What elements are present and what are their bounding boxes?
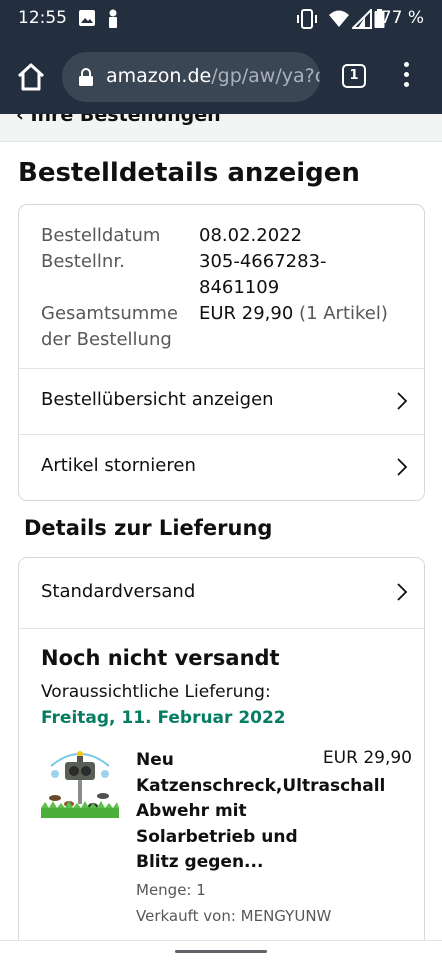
order-total-value-wrap: EUR 29,90 (1 Artikel): [199, 301, 388, 327]
order-date-value: 08.02.2022: [199, 225, 303, 246]
view-order-summary-row[interactable]: Bestellübersicht anzeigen: [19, 368, 424, 434]
battery-percent: 77 %: [380, 8, 424, 28]
view-order-summary-label: Bestellübersicht anzeigen: [41, 389, 274, 410]
order-total-label-line1: Gesamtsumme: [41, 303, 178, 324]
status-time: 12:55: [18, 8, 67, 28]
home-icon: [17, 63, 45, 91]
order-info-card: Bestelldatum 08.02.2022 Bestellnr. 305-4…: [18, 204, 425, 501]
order-total-items: (1 Artikel): [299, 303, 388, 324]
order-total-value: EUR 29,90: [199, 303, 294, 324]
breadcrumb-orders-link[interactable]: ‹ Ihre Bestellungen: [16, 114, 221, 126]
order-number-label: Bestellnr.: [41, 251, 125, 272]
shipping-method-row[interactable]: Standardversand: [19, 558, 424, 629]
image-icon: [78, 9, 96, 31]
product-quantity: Menge: 1: [136, 881, 206, 899]
signal-icon: [350, 7, 372, 33]
menu-dot: [403, 82, 409, 87]
browser-toolbar: amazon.de/gp/aw/ya?c 1: [0, 38, 442, 114]
system-nav-bar: [0, 940, 442, 960]
order-number-value-line2: 8461109: [199, 277, 280, 298]
product-title-line: Solarbetrieb und: [136, 826, 298, 847]
cancel-items-row[interactable]: Artikel stornieren: [19, 434, 424, 500]
page-title: Bestelldetails anzeigen: [18, 158, 360, 188]
product-image[interactable]: [41, 746, 119, 824]
delivery-section-title: Details zur Lieferung: [24, 516, 273, 540]
chevron-right-icon: [396, 457, 408, 481]
chevron-right-icon: [396, 391, 408, 415]
menu-dot: [403, 72, 409, 77]
cancel-items-label: Artikel stornieren: [41, 455, 196, 476]
url-domain: amazon.de: [106, 65, 212, 87]
menu-dot: [403, 62, 409, 67]
shipment-status: Noch nicht versandt: [41, 646, 280, 670]
url-path: /gp/aw/ya?c: [211, 65, 320, 87]
shipping-method-label: Standardversand: [41, 581, 196, 602]
tab-switcher-button[interactable]: 1: [342, 64, 366, 88]
order-number-value-line1: 305-4667283-: [199, 251, 327, 272]
chevron-right-icon: [396, 582, 408, 606]
notification-icon: [106, 9, 120, 33]
product-title-line: Abwehr mit: [136, 801, 247, 821]
expected-delivery-date: Freitag, 11. Februar 2022: [41, 708, 286, 728]
status-bar: 12:55 77 %: [0, 0, 442, 38]
product-price: EUR 29,90: [322, 748, 412, 768]
url-text: amazon.de/gp/aw/ya?c: [106, 65, 320, 87]
wifi-icon: [328, 9, 350, 33]
vibrate-icon: [296, 9, 318, 33]
breadcrumb-bar: ‹ Ihre Bestellungen: [0, 114, 442, 142]
more-menu-button[interactable]: [398, 62, 414, 92]
home-button[interactable]: [14, 60, 48, 94]
order-date-label: Bestelldatum: [41, 225, 161, 246]
delivery-card: Standardversand Noch nicht versandt Vora…: [18, 557, 425, 957]
home-gesture-handle[interactable]: [175, 950, 267, 953]
product-title-line: Blitz gegen...: [136, 852, 264, 872]
product-seller: Verkauft von: MENGYUNW: [136, 907, 332, 925]
lock-icon: [78, 67, 94, 91]
order-total-label-line2: der Bestellung: [41, 329, 172, 350]
address-bar[interactable]: amazon.de/gp/aw/ya?c: [62, 52, 320, 102]
expected-delivery-label: Voraussichtliche Lieferung:: [41, 682, 271, 702]
product-title-line: Katzenschreck,Ultraschall: [136, 775, 386, 796]
